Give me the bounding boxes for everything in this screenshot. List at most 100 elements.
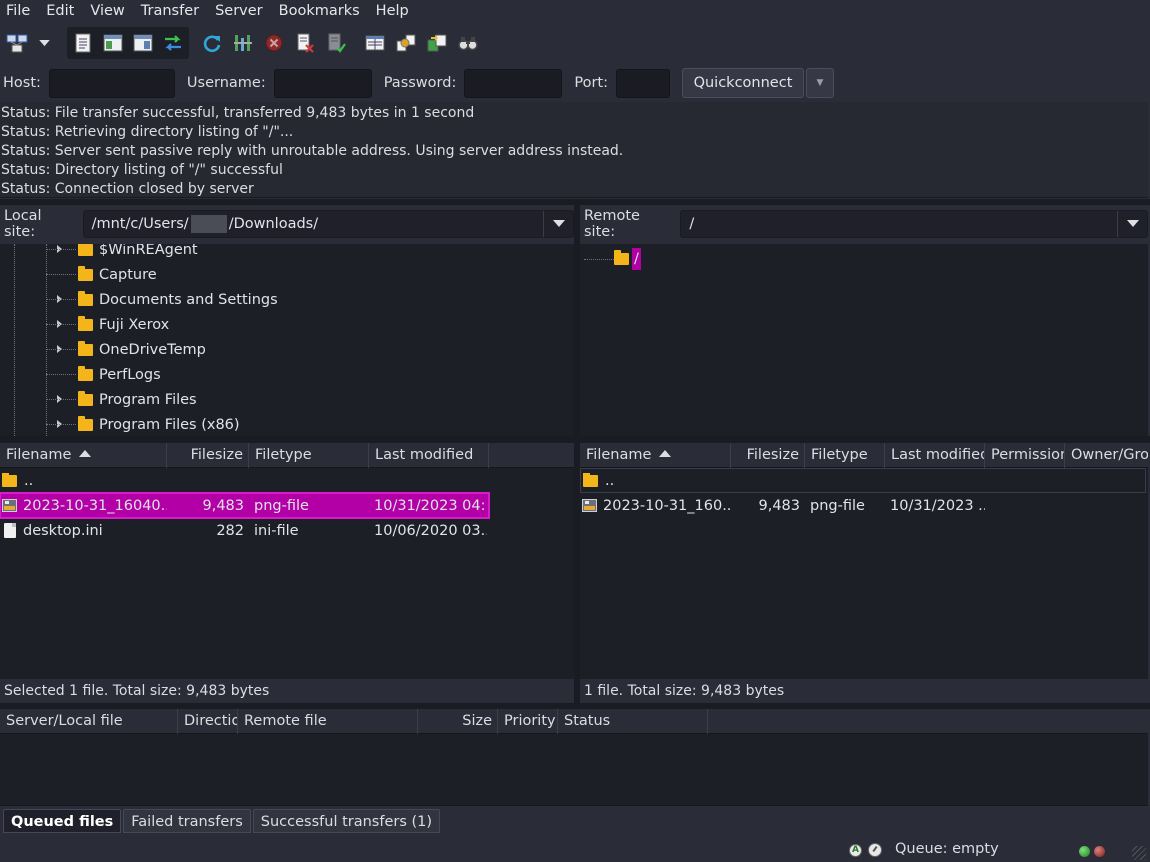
menu-file[interactable]: File <box>0 0 38 22</box>
upload-indicator-icon <box>1079 846 1090 857</box>
toggle-local-tree-icon[interactable] <box>100 30 126 56</box>
toggle-sync-browsing-icon[interactable] <box>393 30 419 56</box>
site-manager-dropdown-icon[interactable] <box>35 30 53 56</box>
menu-transfer[interactable]: Transfer <box>133 0 207 22</box>
directory-listing-filters-icon[interactable] <box>362 30 388 56</box>
tree-item-label: $WinREAgent <box>99 244 198 258</box>
menu-edit[interactable]: Edit <box>38 0 82 22</box>
tab-failed-transfers[interactable]: Failed transfers <box>123 809 251 833</box>
tree-item[interactable]: Capture <box>46 262 157 287</box>
menu-view[interactable]: View <box>82 0 132 22</box>
status-bar: A Queue: empty <box>0 838 1150 862</box>
list-item-selected[interactable]: 2023-10-31_16040... 9,483 png-file 10/31… <box>0 492 490 519</box>
image-file-icon <box>582 499 597 512</box>
remote-directory-tree[interactable]: / <box>580 244 1148 436</box>
toggle-message-log-icon[interactable] <box>70 30 96 56</box>
search-remote-files-icon[interactable] <box>455 30 481 56</box>
local-list-header: Filename Filesize Filetype Last modified <box>0 443 574 468</box>
username-label: Username: <box>186 75 266 91</box>
chevron-down-icon[interactable] <box>1117 211 1147 237</box>
column-size[interactable]: Size <box>418 709 498 734</box>
file-name: 2023-10-31_160... <box>603 497 731 514</box>
refresh-icon[interactable] <box>199 30 225 56</box>
tab-queued-files[interactable]: Queued files <box>3 809 122 833</box>
password-label: Password: <box>383 75 457 91</box>
folder-icon <box>2 472 17 487</box>
menu-help[interactable]: Help <box>368 0 417 22</box>
site-manager-icon[interactable] <box>4 30 30 56</box>
password-input[interactable] <box>464 68 563 98</box>
remote-file-list[interactable]: Filename Filesize Filetype Last modified… <box>580 443 1148 679</box>
column-priority[interactable]: Priority <box>498 709 558 734</box>
folder-icon <box>78 265 93 281</box>
list-item[interactable]: .. <box>0 468 574 493</box>
local-path-combo[interactable]: /mnt/c/Users/ /Downloads/ <box>82 210 574 238</box>
column-filesize[interactable]: Filesize <box>167 443 249 468</box>
column-remote-file[interactable]: Remote file <box>238 709 418 734</box>
process-queue-icon[interactable] <box>230 30 256 56</box>
file-modified: 10/31/2023 ... <box>890 497 985 514</box>
message-log[interactable]: Status: File transfer successful, transf… <box>0 102 1148 198</box>
tree-item[interactable]: / <box>614 246 641 271</box>
quickconnect-dropdown-icon[interactable]: ▼ <box>805 68 834 98</box>
tab-successful-transfers[interactable]: Successful transfers (1) <box>252 809 441 833</box>
column-owner-group[interactable]: Owner/Grou <box>1065 443 1148 468</box>
image-file-icon <box>2 499 17 512</box>
tree-item[interactable]: $WinREAgent <box>46 244 198 262</box>
tree-connector <box>46 399 76 400</box>
toggle-transfer-queue-icon[interactable] <box>160 30 186 56</box>
port-input[interactable] <box>615 68 670 98</box>
host-input[interactable] <box>48 68 175 98</box>
folder-icon <box>78 244 93 256</box>
column-last-modified[interactable]: Last modified <box>885 443 985 468</box>
tree-item[interactable]: Program Files (x86) <box>46 412 240 436</box>
column-filename[interactable]: Filename <box>580 443 731 468</box>
reconnect-icon[interactable] <box>323 30 349 56</box>
redacted-username <box>190 215 227 233</box>
file-type: ini-file <box>254 522 299 539</box>
column-direction[interactable]: Directio <box>178 709 238 734</box>
tree-item[interactable]: Fuji Xerox <box>46 312 169 337</box>
column-filename[interactable]: Filename <box>0 443 167 468</box>
directory-comparison-icon[interactable] <box>424 30 450 56</box>
menu-server[interactable]: Server <box>207 0 271 22</box>
folder-icon <box>78 415 93 431</box>
list-item[interactable]: 2023-10-31_160... 9,483 png-file 10/31/2… <box>580 493 1148 518</box>
column-status[interactable]: Status <box>558 709 708 734</box>
column-server-local-file[interactable]: Server/Local file <box>0 709 178 734</box>
speed-limit-icon[interactable] <box>868 843 882 857</box>
tree-item[interactable]: Documents and Settings <box>46 287 278 312</box>
tree-connector <box>46 324 76 325</box>
list-item[interactable]: desktop.ini 282 ini-file 10/06/2020 03..… <box>0 518 574 543</box>
column-filetype[interactable]: Filetype <box>805 443 885 468</box>
folder-icon <box>614 249 629 265</box>
remote-path-combo[interactable]: / <box>680 210 1148 238</box>
cancel-icon[interactable] <box>261 30 287 56</box>
local-file-list[interactable]: Filename Filesize Filetype Last modified… <box>0 443 574 679</box>
column-permission[interactable]: Permission <box>985 443 1065 468</box>
chevron-down-icon[interactable] <box>543 211 573 237</box>
local-path-prefix: /mnt/c/Users/ <box>91 216 189 232</box>
column-filetype[interactable]: Filetype <box>249 443 369 468</box>
quickconnect-button[interactable]: Quickconnect <box>681 68 804 98</box>
file-icon <box>4 523 16 538</box>
transfer-queue-list[interactable] <box>0 734 1148 806</box>
toggle-remote-tree-icon[interactable] <box>130 30 156 56</box>
column-filesize[interactable]: Filesize <box>731 443 805 468</box>
column-last-modified[interactable]: Last modified <box>369 443 489 468</box>
tree-item-label: PerfLogs <box>99 366 161 383</box>
toolbar <box>0 24 1150 62</box>
menu-bookmarks[interactable]: Bookmarks <box>271 0 368 22</box>
log-line: Status: Server sent passive reply with u… <box>1 143 624 159</box>
username-input[interactable] <box>273 68 372 98</box>
list-item[interactable]: .. <box>580 468 1146 493</box>
resize-grip-icon[interactable] <box>1132 846 1146 860</box>
tree-list-splitter[interactable] <box>0 436 1150 443</box>
tree-item[interactable]: OneDriveTemp <box>46 337 206 362</box>
local-directory-tree[interactable]: $WinREAgent Capture Documents and Settin… <box>0 244 574 436</box>
tree-item[interactable]: Program Files <box>46 387 197 412</box>
folder-icon <box>78 340 93 356</box>
tree-item[interactable]: PerfLogs <box>46 362 161 387</box>
disconnect-icon[interactable] <box>292 30 318 56</box>
binary-mode-icon[interactable]: A <box>849 844 862 857</box>
